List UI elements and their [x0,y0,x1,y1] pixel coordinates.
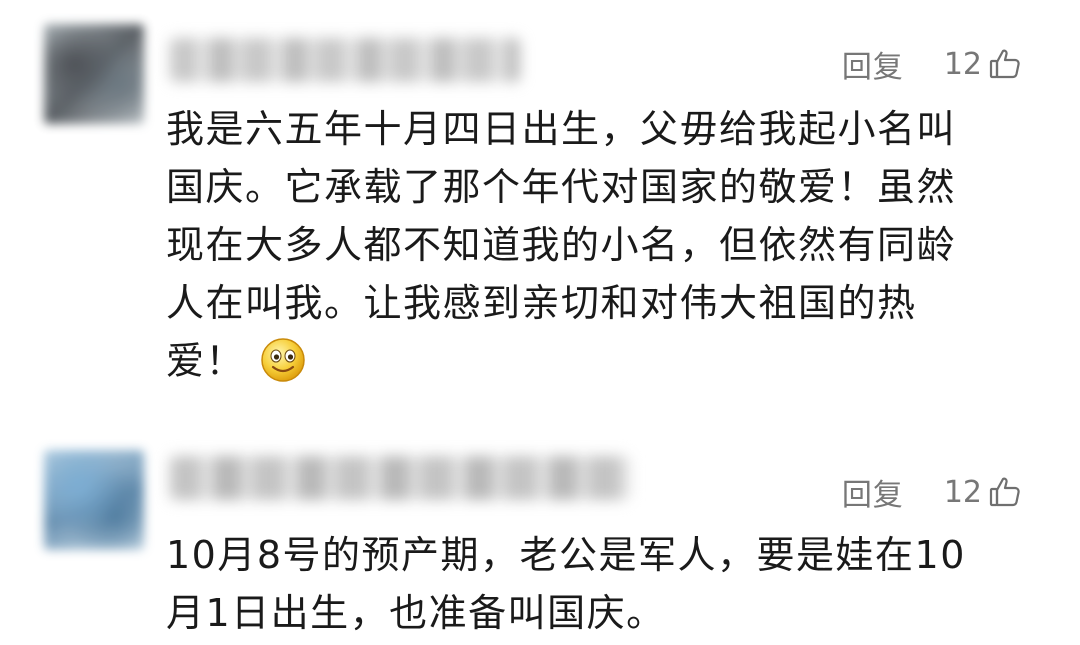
comment-body: 10月8号的预产期，老公是军人，要是娃在10 月1日出生，也准备叫国庆。 [166,533,966,635]
thumbs-up-icon[interactable] [988,475,1022,509]
comment-actions: 回复 12 [842,470,1022,514]
comment-item: 回复 12 我是六五年十月四日出生，父毋给我起小名叫 国庆。它承载了那个年代对国… [0,0,1080,420]
avatar[interactable] [44,450,144,550]
smile-emoji-icon [259,336,307,384]
avatar[interactable] [44,24,144,124]
comment-actions: 回复 12 [842,42,1022,86]
comment-text: 我是六五年十月四日出生，父毋给我起小名叫 国庆。它承载了那个年代对国家的敬爱！虽… [166,100,1016,390]
thumbs-up-icon[interactable] [988,47,1022,81]
username-redacted[interactable] [170,38,520,82]
like-count: 12 [943,46,982,82]
reply-button[interactable]: 回复 [842,470,904,514]
like-count: 12 [943,474,982,510]
username-redacted[interactable] [170,456,630,500]
comment-item: 回复 12 10月8号的预产期，老公是军人，要是娃在10 月1日出生，也准备叫国… [0,430,1080,645]
reply-button[interactable]: 回复 [842,42,904,86]
comment-text: 10月8号的预产期，老公是军人，要是娃在10 月1日出生，也准备叫国庆。 [166,526,1016,642]
